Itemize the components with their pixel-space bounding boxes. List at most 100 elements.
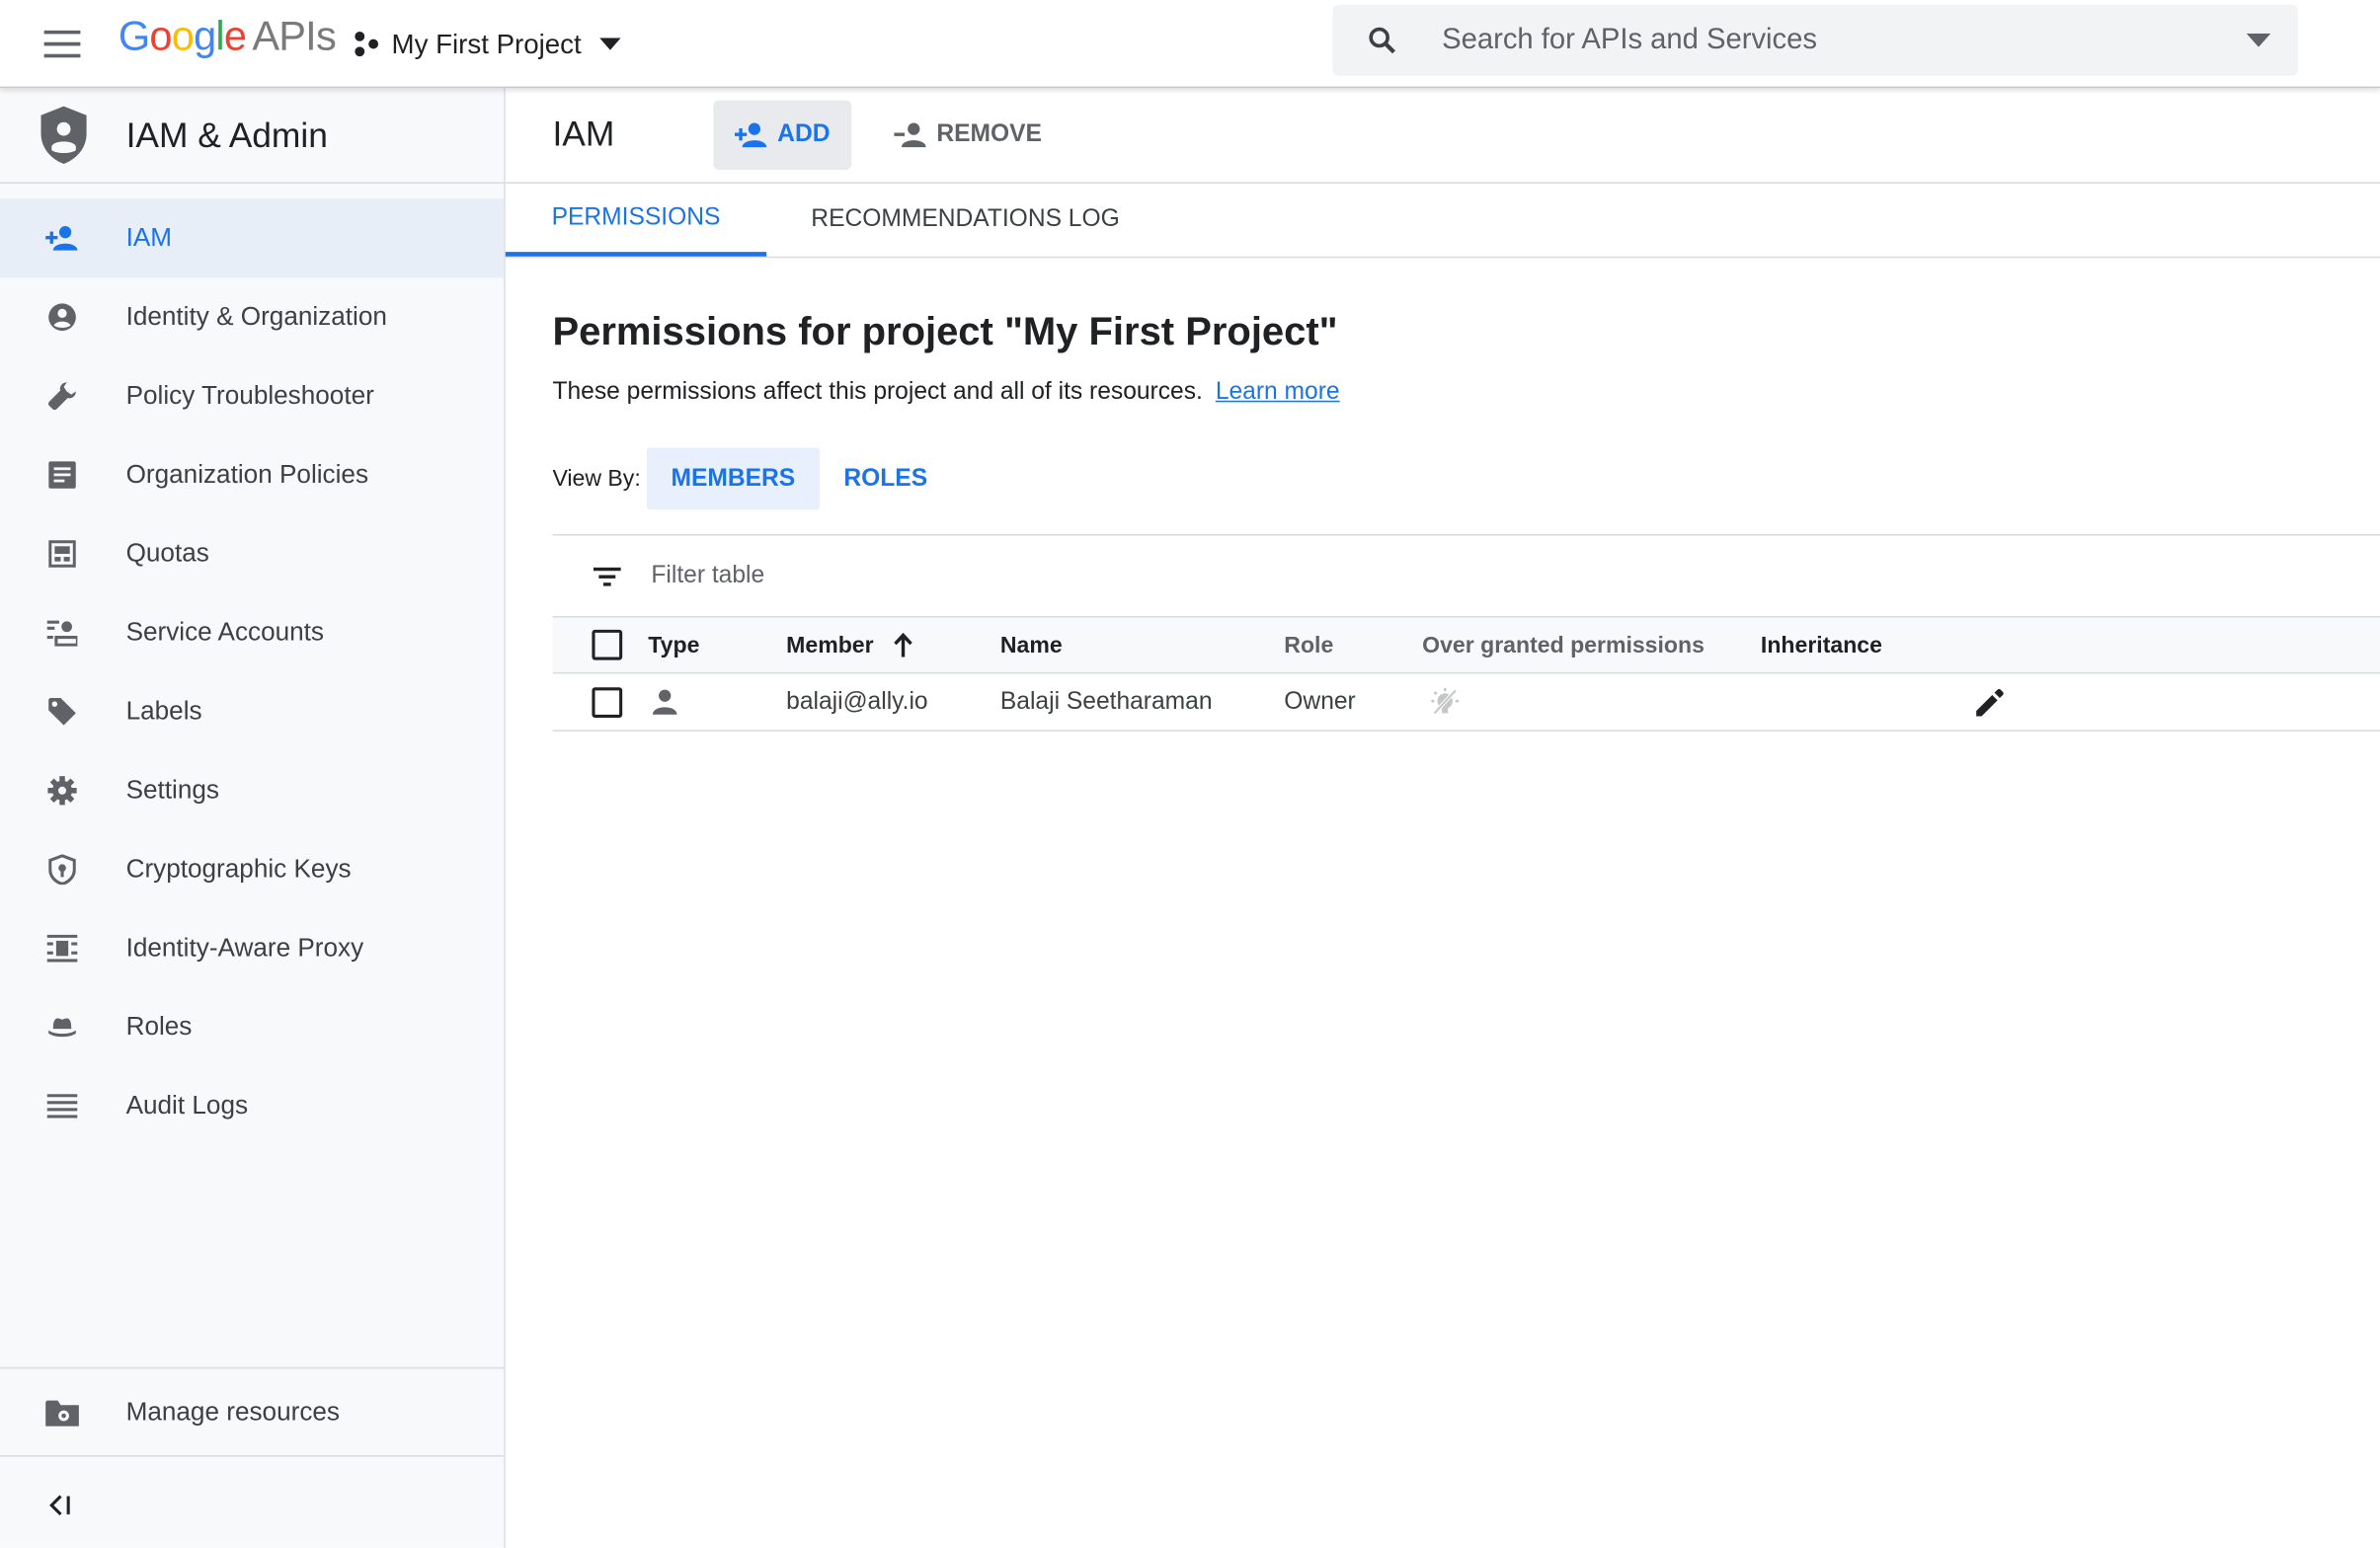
role-cell: Owner bbox=[1284, 688, 1356, 715]
sidebar-nav: IAM Identity & Organization Policy Troub… bbox=[0, 184, 505, 1146]
column-header-member[interactable]: Member bbox=[786, 618, 912, 672]
sidebar-item-label: IAM bbox=[125, 222, 173, 253]
column-header-over-granted-permissions[interactable]: Over granted permissions bbox=[1422, 618, 1705, 672]
hat-icon bbox=[45, 1011, 79, 1045]
sidebar-item-label: Cryptographic Keys bbox=[125, 854, 352, 884]
tab-permissions[interactable]: PERMISSIONS bbox=[505, 184, 767, 257]
list-icon bbox=[45, 1090, 79, 1123]
select-all-checkbox[interactable] bbox=[592, 629, 623, 660]
collapse-sidebar-button[interactable] bbox=[0, 1454, 505, 1548]
column-header-role[interactable]: Role bbox=[1284, 618, 1333, 672]
name-cell: Balaji Seetharaman bbox=[999, 688, 1213, 715]
sidebar-item-roles[interactable]: Roles bbox=[0, 988, 504, 1067]
folder-settings-icon bbox=[45, 1396, 79, 1430]
add-member-button[interactable]: ADD bbox=[713, 100, 852, 171]
page-title: IAM bbox=[552, 114, 615, 154]
quotas-icon bbox=[45, 537, 79, 571]
view-by-label: View By: bbox=[552, 465, 641, 492]
sidebar-footer: Manage resources bbox=[0, 1366, 505, 1457]
view-by-roles-button[interactable]: ROLES bbox=[820, 447, 952, 509]
page-header: IAM ADD REMOVE bbox=[505, 88, 2380, 184]
over-granted-cell bbox=[1430, 673, 1461, 730]
select-all-cell bbox=[592, 618, 623, 672]
main-menu-button[interactable] bbox=[40, 22, 85, 67]
service-account-icon bbox=[45, 616, 79, 650]
search-input[interactable]: Search for APIs and Services bbox=[1442, 24, 1817, 57]
shield-icon bbox=[40, 106, 87, 164]
person-add-icon bbox=[735, 122, 767, 148]
top-bar: Google APIs My First Project Search for A… bbox=[0, 0, 2380, 89]
project-picker[interactable]: My First Project bbox=[353, 22, 621, 67]
row-checkbox[interactable] bbox=[592, 686, 623, 718]
document-icon bbox=[45, 458, 79, 492]
remove-member-button[interactable]: REMOVE bbox=[876, 100, 1061, 170]
sidebar-item-label: Roles bbox=[125, 1012, 193, 1042]
column-header-name[interactable]: Name bbox=[1000, 618, 1063, 672]
sidebar-item-label: Identity-Aware Proxy bbox=[125, 933, 364, 963]
main-content: IAM ADD REMOVE PERMISSIONS RECOMMENDATIO… bbox=[505, 88, 2380, 1548]
edit-pencil-icon[interactable] bbox=[1975, 686, 2006, 717]
members-table: Type Member Name Role Over granted permi… bbox=[552, 616, 2380, 732]
project-dots-icon bbox=[355, 31, 379, 57]
sidebar-header: IAM & Admin bbox=[0, 88, 505, 184]
permissions-description: These permissions affect this project an… bbox=[552, 379, 1339, 407]
add-button-label: ADD bbox=[777, 120, 831, 148]
row-select-cell bbox=[592, 673, 623, 730]
person-remove-icon bbox=[894, 122, 926, 148]
sidebar-item-label: Labels bbox=[125, 696, 202, 726]
collapse-left-icon bbox=[49, 1495, 70, 1516]
sidebar-item-quotas[interactable]: Quotas bbox=[0, 514, 504, 593]
table-row: balaji@ally.io Balaji Seetharaman Owner bbox=[552, 673, 2380, 732]
type-cell bbox=[652, 673, 677, 730]
learn-more-link[interactable]: Learn more bbox=[1216, 379, 1340, 405]
project-name: My First Project bbox=[391, 28, 582, 59]
search-bar[interactable]: Search for APIs and Services bbox=[1332, 4, 2299, 76]
sort-arrow-up-icon bbox=[893, 632, 912, 658]
member-cell: balaji@ally.io bbox=[786, 688, 928, 715]
sidebar-item-label: Manage resources bbox=[125, 1397, 340, 1427]
filter-table-input[interactable]: Filter table bbox=[651, 562, 764, 589]
sidebar-item-label: Audit Logs bbox=[125, 1091, 249, 1121]
proxy-icon bbox=[45, 932, 79, 966]
label-icon bbox=[45, 695, 79, 729]
column-header-inheritance[interactable]: Inheritance bbox=[1761, 618, 1882, 672]
person-icon bbox=[652, 689, 677, 715]
sidebar-item-audit-logs[interactable]: Audit Logs bbox=[0, 1067, 504, 1146]
filter-icon[interactable] bbox=[591, 559, 624, 592]
sidebar: IAM & Admin IAM Identity & Organization … bbox=[0, 88, 506, 1548]
sidebar-item-identity-aware-proxy[interactable]: Identity-Aware Proxy bbox=[0, 909, 504, 988]
column-header-type[interactable]: Type bbox=[648, 618, 699, 672]
security-shield-icon bbox=[45, 853, 79, 887]
sidebar-item-service-accounts[interactable]: Service Accounts bbox=[0, 593, 504, 672]
google-apis-logo[interactable]: Google APIs bbox=[119, 13, 337, 61]
filter-bar: Filter table bbox=[552, 534, 2380, 616]
sidebar-item-policy-troubleshooter[interactable]: Policy Troubleshooter bbox=[0, 356, 504, 435]
wrench-icon bbox=[45, 379, 79, 413]
sidebar-item-label: Quotas bbox=[125, 538, 209, 568]
caret-down-icon bbox=[599, 38, 621, 50]
table-header-row: Type Member Name Role Over granted permi… bbox=[552, 616, 2380, 674]
sidebar-item-labels[interactable]: Labels bbox=[0, 672, 504, 751]
gear-icon bbox=[45, 774, 79, 808]
sidebar-item-label: Identity & Organization bbox=[125, 301, 387, 332]
sidebar-item-cryptographic-keys[interactable]: Cryptographic Keys bbox=[0, 830, 504, 909]
tab-recommendations-log[interactable]: RECOMMENDATIONS LOG bbox=[766, 184, 1164, 257]
remove-button-label: REMOVE bbox=[936, 120, 1042, 148]
person-add-icon bbox=[45, 221, 79, 255]
sidebar-item-label: Organization Policies bbox=[125, 459, 369, 489]
edit-cell bbox=[1975, 673, 2006, 730]
sidebar-item-manage-resources[interactable]: Manage resources bbox=[0, 1368, 504, 1456]
sidebar-item-settings[interactable]: Settings bbox=[0, 751, 504, 830]
logo-apis-text: APIs bbox=[252, 13, 336, 59]
account-circle-icon bbox=[45, 300, 79, 334]
search-icon bbox=[1369, 26, 1395, 53]
sidebar-item-iam[interactable]: IAM bbox=[0, 198, 505, 278]
view-by-toggle: View By: MEMBERS ROLES bbox=[552, 447, 952, 510]
sidebar-item-identity-organization[interactable]: Identity & Organization bbox=[0, 277, 504, 356]
view-by-members-button[interactable]: MEMBERS bbox=[646, 447, 820, 510]
sidebar-item-label: Policy Troubleshooter bbox=[125, 380, 374, 410]
sidebar-item-organization-policies[interactable]: Organization Policies bbox=[0, 435, 504, 514]
search-dropdown-icon[interactable] bbox=[2246, 33, 2271, 47]
column-header-member-label: Member bbox=[786, 632, 874, 658]
sidebar-item-label: Settings bbox=[125, 775, 220, 805]
